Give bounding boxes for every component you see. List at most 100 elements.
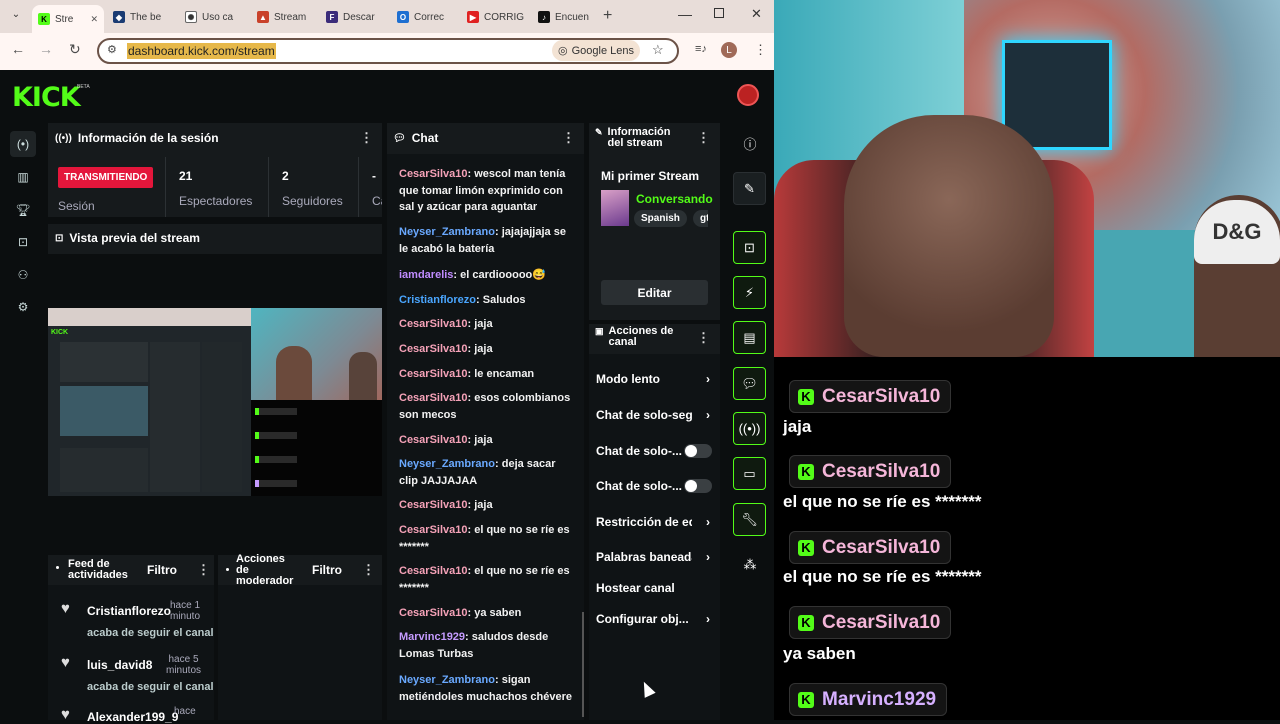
chat-username[interactable]: CesarSilva10 [399,524,468,536]
chat-message[interactable]: CesarSilva10: jaja [399,341,575,358]
chat-message[interactable]: CesarSilva10: le encaman [399,366,575,383]
stream-preview-video[interactable]: KICK [48,308,382,496]
new-tab-plus-icon[interactable]: + [603,7,612,25]
preview-toggle-button[interactable]: ⊡ [733,231,766,264]
drag-handle-icon[interactable] [226,568,229,571]
feed-user-name[interactable]: Alexander199_9 [87,710,178,724]
media-controls-icon[interactable]: ≡♪ [695,43,707,55]
channel-actions-menu-icon[interactable]: ⋮ [697,330,710,346]
forward-arrow-icon[interactable]: → [39,41,53,57]
chat-message[interactable]: CesarSilva10: el que no se ríe es ******… [399,522,575,555]
profile-avatar[interactable]: L [721,42,737,58]
edit-stream-button[interactable]: Editar [601,280,708,305]
url-text[interactable]: dashboard.kick.com/stream [127,43,276,59]
chat-username[interactable]: CesarSilva10 [399,368,468,380]
action-banned-words[interactable]: Palabras baneada › [596,550,714,564]
trophy-icon[interactable]: 🏆︎ [14,201,32,219]
back-arrow-icon[interactable]: ← [11,41,25,57]
chat-message[interactable]: Neyser_Zambrano: deja sacar clip JAJJAJA… [399,456,575,489]
tab-8[interactable]: ♪ Encuen [532,5,604,29]
mod-menu-icon[interactable]: ⋮ [362,562,375,578]
activity-menu-icon[interactable]: ⋮ [197,562,210,578]
chat-message[interactable]: CesarSilva10: ya saben [399,605,575,622]
tab-4[interactable]: ▲ Stream [251,5,323,29]
chat-menu-icon[interactable]: ⋮ [562,130,575,146]
feed-user-name[interactable]: Cristianflorezo [87,604,171,618]
moderation-icon[interactable]: ⊡ [14,233,32,251]
chat-username[interactable]: CesarSilva10 [399,607,468,619]
broadcast-toggle-button[interactable]: ((•)) [733,412,766,445]
category-name[interactable]: Conversando [636,192,713,206]
mod-filter-button[interactable]: Filtro [312,563,342,577]
analytics-icon[interactable]: ▥ [14,168,32,186]
user-avatar[interactable] [737,84,759,106]
chat-username[interactable]: Neyser_Zambrano [399,226,495,238]
action-subs-only[interactable]: Chat de solo-... [596,444,714,458]
chat-message[interactable]: CesarSilva10: jaja [399,497,575,514]
tab-5[interactable]: F Descar [320,5,392,29]
chat-username[interactable]: CesarSilva10 [399,434,468,446]
chat-username[interactable]: Cristianflorezo [399,294,476,306]
chat-username[interactable]: iamdarelis [399,269,453,281]
feed-user-name[interactable]: luis_david8 [87,658,152,672]
chat-username[interactable]: CesarSilva10 [399,318,468,330]
chat-username[interactable]: Marvinc1929 [399,631,465,643]
settings-gear-icon[interactable]: ⚙ [14,298,32,316]
tab-list-dropdown[interactable]: ⌄ [9,9,23,23]
chat-message[interactable]: CesarSilva10: el que no se ríe es ******… [399,563,575,596]
info-icon[interactable]: ⓘ [741,134,759,152]
quick-action-bolt-button[interactable]: ⚡︎ [733,276,766,309]
close-tab-icon[interactable]: ✕ [90,14,98,25]
chat-username[interactable]: CesarSilva10 [399,343,468,355]
chat-message[interactable]: Cristianflorezo: Saludos [399,292,575,309]
chat-username[interactable]: Neyser_Zambrano [399,674,495,686]
chat-message[interactable]: CesarSilva10: jaja [399,316,575,333]
chat-message[interactable]: Marvinc1929: saludos desde Lomas Turbas [399,629,575,662]
minimize-icon[interactable]: — [678,6,692,22]
chat-scrollbar[interactable] [582,612,584,717]
edit-pencil-button[interactable]: ✎ [733,172,766,205]
chat-toggle-button[interactable]: 💬︎ [733,367,766,400]
notes-button[interactable]: ▤ [733,321,766,354]
chat-message[interactable]: CesarSilva10: jaja [399,432,575,449]
chat-username[interactable]: CesarSilva10 [399,565,468,577]
action-configure-goal[interactable]: Configurar obj... › [596,612,714,626]
stream-info-menu-icon[interactable]: ⋮ [697,130,710,146]
chat-message[interactable]: Neyser_Zambrano: jajajajjaja se le acabó… [399,224,575,257]
video-toggle-button[interactable]: ▭ [733,457,766,490]
browser-menu-icon[interactable]: ⋮ [754,42,767,58]
close-window-icon[interactable]: ✕ [751,6,762,22]
tab-2[interactable]: ◆ The be [107,5,179,29]
subs-only-toggle[interactable] [684,444,712,458]
tab-kick-stream[interactable]: K Stre ✕ [32,5,104,33]
tag-2[interactable]: gt [693,210,708,227]
action-slow-mode[interactable]: Modo lento › [596,372,714,386]
google-lens-button[interactable]: ◎ Google Lens [552,40,640,61]
stream-broadcast-icon[interactable]: (•) [10,131,36,157]
chat-message[interactable]: iamdarelis: el cardiooooo😅 [399,267,575,284]
activity-filter-button[interactable]: Filtro [147,563,177,577]
site-settings-icon[interactable]: ⚙ [107,43,117,56]
chat-username[interactable]: CesarSilva10 [399,392,468,404]
action-emotes-only[interactable]: Chat de solo-... [596,479,714,493]
emotes-only-toggle[interactable] [684,479,712,493]
chat-username[interactable]: CesarSilva10 [399,168,468,180]
bookmark-star-icon[interactable]: ☆ [652,42,664,58]
chat-message[interactable]: Neyser_Zambrano: sigan metiéndoles mucha… [399,672,575,705]
kick-logo[interactable]: KICK [12,82,81,113]
action-host-channel[interactable]: Hostear canal [596,581,714,595]
chat-username[interactable]: Neyser_Zambrano [399,458,495,470]
action-age-restriction[interactable]: Restricción de eda › [596,515,714,529]
add-widget-icon[interactable]: ⁂ [741,556,759,574]
tag-spanish[interactable]: Spanish [634,210,687,227]
tab-3[interactable]: ✺ Uso ca [179,5,251,29]
chat-message[interactable]: CesarSilva10: wescol man tenía que tomar… [399,166,575,216]
tools-wrench-button[interactable]: 🔧︎ [733,503,766,536]
chat-message[interactable]: CesarSilva10: esos colombianos son mecos [399,390,575,423]
reload-icon[interactable]: ↻ [69,41,81,58]
maximize-icon[interactable] [714,8,724,18]
drag-handle-icon[interactable] [56,566,59,569]
session-menu-icon[interactable]: ⋮ [360,130,373,146]
community-icon[interactable]: ⚇ [14,266,32,284]
action-followers-only[interactable]: Chat de solo-segu › [596,408,714,422]
